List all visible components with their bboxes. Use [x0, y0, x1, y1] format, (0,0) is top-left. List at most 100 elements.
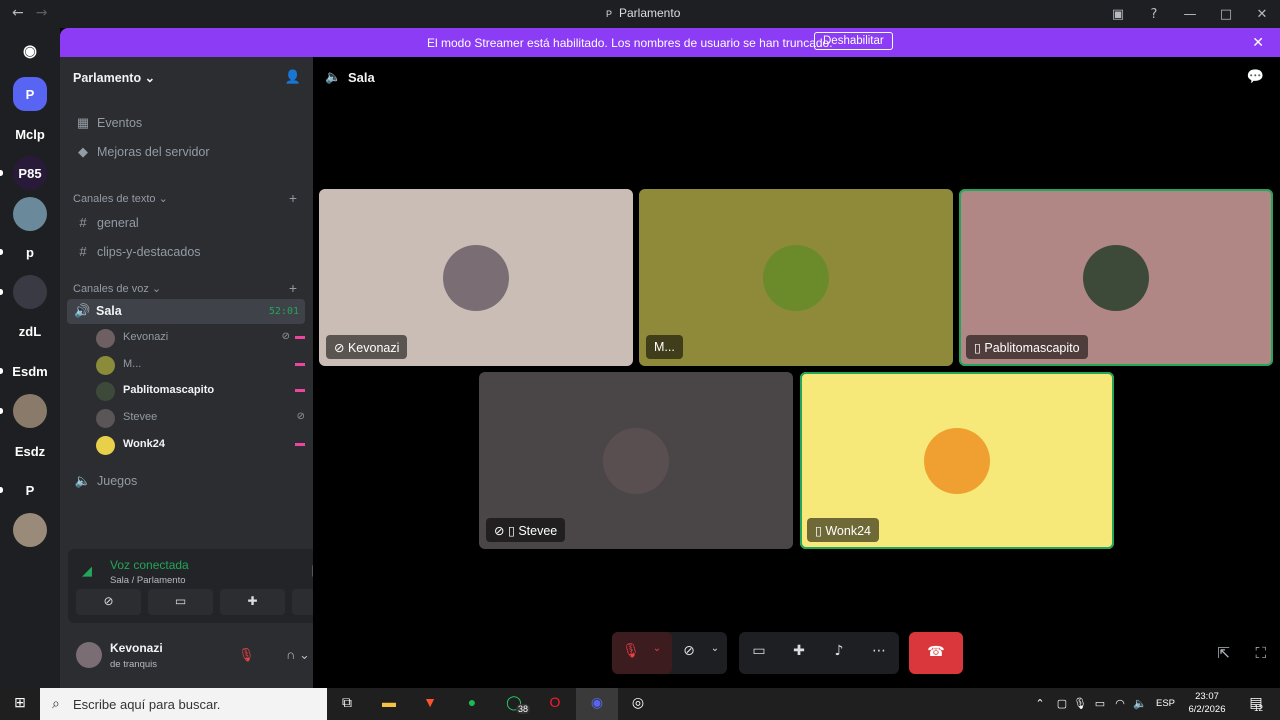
back-icon[interactable]: ← — [12, 5, 24, 21]
soundboard-icon[interactable]: ♪ — [828, 643, 850, 659]
discord-icon[interactable]: ◉ — [585, 694, 609, 711]
voice-user-name: Stevee — [123, 411, 158, 424]
voice-user[interactable]: Pablitomascapito ▬ — [96, 380, 306, 402]
maximize-icon[interactable]: □ — [1208, 7, 1244, 22]
avatar — [96, 329, 115, 348]
window-title: P Parlamento — [603, 6, 680, 21]
file-explorer-icon[interactable]: ▬ — [377, 694, 401, 710]
headphones-icon[interactable]: ∩ ⌄ — [286, 647, 310, 663]
opera-icon[interactable]: O — [543, 694, 567, 710]
participant-tile[interactable]: M... — [639, 189, 953, 366]
hang-up-button[interactable]: ☎ — [909, 632, 963, 674]
clock[interactable]: 23:07 6/2/2026 — [1184, 690, 1230, 716]
popout-icon[interactable]: ⇱ — [1217, 644, 1230, 662]
more-icon[interactable]: ⋯ — [868, 643, 890, 659]
username[interactable]: Kevonazi — [110, 641, 163, 655]
task-view-icon[interactable]: ⧉ — [335, 694, 359, 711]
add-voice-channel-icon[interactable]: + — [289, 280, 297, 296]
voice-user[interactable]: M... ▬ — [96, 354, 306, 376]
status-icon: ▯ — [974, 341, 985, 355]
participant-label: ▯ Pablitomascapito — [966, 335, 1088, 359]
mic-muted-icon[interactable]: 🎙 — [238, 647, 255, 663]
tray-chevron-icon[interactable]: ⌃ — [1028, 697, 1052, 710]
voice-channel-sala[interactable]: 🔊 Sala 52:01 — [67, 299, 305, 324]
server-icon[interactable]: p — [13, 235, 47, 269]
camera-off-icon[interactable]: ⊘ — [678, 643, 700, 659]
nav-arrows: ← → — [12, 5, 59, 21]
fullscreen-icon[interactable]: ⛶ — [1255, 644, 1266, 662]
unread-indicator — [0, 368, 3, 374]
whatsapp-badge: 38 — [516, 704, 531, 714]
voice-category[interactable]: Canales de voz ⌄ — [73, 282, 161, 295]
camera-off-button[interactable]: ⊘ — [76, 589, 141, 615]
user-status: de tranquis — [110, 659, 158, 670]
add-text-channel-icon[interactable]: + — [289, 190, 297, 206]
channel-general[interactable]: # general — [74, 215, 138, 230]
participant-tile[interactable]: ⊘ ▯ Stevee — [479, 372, 793, 549]
voice-user[interactable]: Stevee ⊘ — [96, 407, 306, 429]
status-icon: ▯ — [815, 524, 826, 538]
channel-clips[interactable]: # clips-y-destacados — [74, 244, 200, 259]
events-item[interactable]: ▦ Eventos — [74, 115, 142, 131]
screen-share-icon[interactable]: ▭ — [748, 643, 770, 659]
voice-status[interactable]: Voz conectada — [110, 558, 189, 572]
language-indicator[interactable]: ESP — [1156, 698, 1175, 709]
mic-off-icon: 🎙 — [622, 643, 640, 659]
voice-user-name: Kevonazi — [123, 331, 169, 343]
server-icon[interactable]: Mclp — [13, 117, 47, 151]
server-icon[interactable]: zdL — [13, 314, 47, 348]
chevron-down-icon[interactable]: ⌄ — [704, 643, 726, 654]
server-icon[interactable] — [13, 197, 47, 231]
spotify-icon[interactable]: ● — [460, 694, 484, 710]
forward-icon[interactable]: → — [36, 5, 48, 21]
boosts-item[interactable]: ◆ Mejoras del servidor — [74, 144, 210, 160]
title-bar: ← → P Parlamento ▣ ? — □ ✕ — [0, 0, 1280, 28]
invite-icon[interactable]: 👤 — [285, 69, 301, 85]
disable-streamer-button[interactable]: Deshabilitar — [814, 32, 893, 50]
participant-tile[interactable]: ▯ Pablitomascapito — [959, 189, 1273, 366]
brave-icon[interactable]: ▼ — [418, 694, 442, 710]
server-icon[interactable]: P85 — [13, 156, 47, 190]
close-window-icon[interactable]: ✕ — [1244, 7, 1280, 22]
server-icon[interactable] — [13, 513, 47, 547]
participant-tile[interactable]: ⊘ Kevonazi — [319, 189, 633, 366]
chevron-down-icon[interactable]: ⌄ — [646, 643, 668, 654]
search-box[interactable]: ⌕ Escribe aquí para buscar. — [40, 688, 327, 720]
server-icon[interactable] — [13, 275, 47, 309]
server-icon[interactable]: Esdm — [12, 354, 48, 388]
server-icon[interactable]: P — [13, 473, 47, 507]
voice-user[interactable]: Wonk24 ▬ — [96, 434, 306, 456]
volume-icon[interactable]: 🔈 — [1128, 697, 1152, 710]
help-icon[interactable]: ? — [1136, 7, 1172, 22]
channel-sidebar: Parlamento ⌄ 👤 ▦ Eventos ◆ Mejoras del ser… — [60, 57, 365, 688]
obs-icon[interactable]: ◎ — [626, 694, 650, 711]
avatar[interactable] — [76, 642, 102, 668]
participant-tile[interactable]: ▯ Wonk24 — [800, 372, 1114, 549]
mute-button[interactable]: 🎙 ⌄ — [612, 632, 672, 674]
server-name[interactable]: Parlamento ⌄ — [73, 70, 155, 85]
call-timer: 52:01 — [268, 306, 299, 317]
voice-channel-juegos[interactable]: 🔈 Juegos — [74, 473, 137, 489]
chat-icon[interactable]: 💬 — [1247, 69, 1264, 85]
windows-start-icon[interactable]: ⊞ — [8, 694, 32, 711]
status-icon: ⊘ — [334, 341, 348, 355]
avatar — [1083, 244, 1149, 311]
text-category[interactable]: Canales de texto ⌄ — [73, 192, 168, 205]
participant-label: ▯ Wonk24 — [807, 518, 879, 542]
activities-button[interactable]: ✚ — [220, 589, 285, 615]
streamer-icon: ▬ — [295, 357, 305, 369]
minimize-icon[interactable]: — — [1172, 7, 1208, 22]
discord-home-icon[interactable]: ◉ — [13, 34, 47, 68]
windows-taskbar: ⊞ ⌕ Escribe aquí para buscar. ⧉ ▬ ▼ ● ◯ … — [0, 688, 1280, 720]
speaker-icon: 🔈 — [325, 70, 342, 85]
banner-text: El modo Streamer está habilitado. Los no… — [427, 36, 833, 50]
server-icon[interactable] — [13, 394, 47, 428]
activities-icon[interactable]: ✚ — [788, 643, 810, 659]
voice-location[interactable]: Sala / Parlamento — [110, 575, 186, 586]
close-icon[interactable]: ✕ — [1252, 34, 1264, 51]
voice-user[interactable]: Kevonazi ▬ ⊘ — [96, 327, 306, 349]
server-icon[interactable]: Esdz — [13, 434, 47, 468]
server-icon[interactable]: P — [13, 77, 47, 111]
inbox-icon[interactable]: ▣ — [1100, 7, 1136, 22]
screen-share-button[interactable]: ▭ — [148, 589, 213, 615]
